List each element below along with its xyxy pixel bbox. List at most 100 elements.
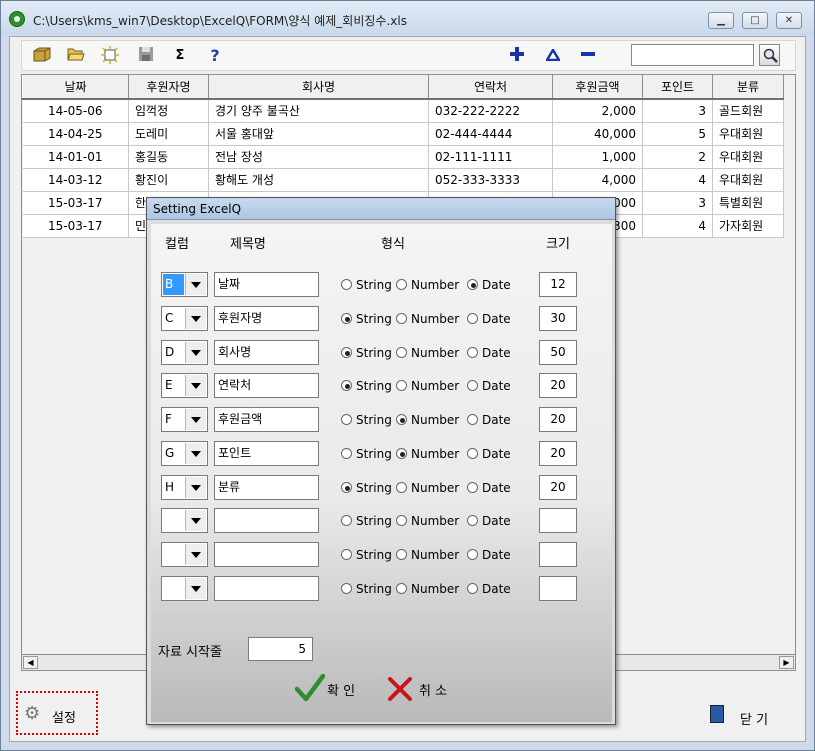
- size-input[interactable]: 20: [539, 373, 577, 398]
- column-header[interactable]: 날짜: [22, 75, 129, 100]
- title-input[interactable]: 포인트: [214, 441, 319, 466]
- up-icon[interactable]: [543, 46, 563, 66]
- column-select[interactable]: B: [161, 272, 208, 297]
- column-header[interactable]: 분류: [712, 75, 784, 100]
- remove-icon[interactable]: [578, 46, 598, 66]
- cell[interactable]: 전남 장성: [208, 145, 429, 169]
- format-radio-string[interactable]: String: [341, 548, 392, 562]
- cell[interactable]: 우대회원: [712, 145, 784, 169]
- format-radio-string[interactable]: String: [341, 481, 392, 495]
- table-row[interactable]: 14-04-25 도레미 서울 홍대앞 02-444-4444 40,000 5…: [22, 122, 784, 146]
- chevron-down-icon[interactable]: [185, 308, 206, 329]
- cell[interactable]: 4: [642, 214, 713, 238]
- sum-icon[interactable]: Σ: [170, 46, 190, 66]
- format-radio-date[interactable]: Date: [467, 582, 511, 596]
- save-icon[interactable]: [136, 46, 156, 66]
- column-select[interactable]: [161, 542, 208, 567]
- cell[interactable]: 2,000: [552, 99, 643, 123]
- table-row[interactable]: 14-03-12 황진이 황해도 개성 052-333-3333 4,000 4…: [22, 168, 784, 192]
- format-radio-date[interactable]: Date: [467, 548, 511, 562]
- cell[interactable]: 1,000: [552, 145, 643, 169]
- title-input[interactable]: [214, 508, 319, 533]
- column-select[interactable]: E: [161, 373, 208, 398]
- cell[interactable]: 임꺽정: [128, 99, 209, 123]
- cell[interactable]: 5: [642, 122, 713, 146]
- title-input[interactable]: 연락처: [214, 373, 319, 398]
- minimize-button[interactable]: ▁: [708, 12, 734, 29]
- column-select[interactable]: F: [161, 407, 208, 432]
- cell[interactable]: 02-444-4444: [428, 122, 553, 146]
- format-radio-number[interactable]: Number: [396, 447, 459, 461]
- cell[interactable]: 14-01-01: [22, 145, 129, 169]
- cell[interactable]: 2: [642, 145, 713, 169]
- cell[interactable]: 서울 홍대앞: [208, 122, 429, 146]
- format-radio-number[interactable]: Number: [396, 312, 459, 326]
- format-radio-date[interactable]: Date: [467, 379, 511, 393]
- cell[interactable]: 3: [642, 99, 713, 123]
- chevron-down-icon[interactable]: [185, 274, 206, 295]
- add-icon[interactable]: [507, 46, 527, 66]
- chevron-down-icon[interactable]: [185, 443, 206, 464]
- column-select[interactable]: [161, 576, 208, 601]
- close-button[interactable]: 닫 기: [706, 701, 776, 731]
- column-header[interactable]: 포인트: [642, 75, 713, 100]
- column-header[interactable]: 후원자명: [128, 75, 209, 100]
- title-input[interactable]: 날짜: [214, 272, 319, 297]
- title-bar[interactable]: C:\Users\kms_win7\Desktop\ExcelQ\FORM\양식…: [1, 1, 814, 35]
- format-radio-number[interactable]: Number: [396, 481, 459, 495]
- format-radio-number[interactable]: Number: [396, 413, 459, 427]
- open-folder-icon[interactable]: [32, 46, 52, 66]
- cell[interactable]: 경기 양주 불곡산: [208, 99, 429, 123]
- chevron-down-icon[interactable]: [185, 510, 206, 531]
- size-input[interactable]: 30: [539, 306, 577, 331]
- cell[interactable]: 특별회원: [712, 191, 784, 215]
- cell[interactable]: 40,000: [552, 122, 643, 146]
- title-input[interactable]: 분류: [214, 475, 319, 500]
- cell[interactable]: 4: [642, 168, 713, 192]
- format-radio-date[interactable]: Date: [467, 481, 511, 495]
- search-input[interactable]: [631, 44, 754, 66]
- size-input[interactable]: [539, 542, 577, 567]
- column-select[interactable]: D: [161, 340, 208, 365]
- chevron-down-icon[interactable]: [185, 544, 206, 565]
- title-input[interactable]: 회사명: [214, 340, 319, 365]
- format-radio-date[interactable]: Date: [467, 312, 511, 326]
- size-input[interactable]: 20: [539, 407, 577, 432]
- format-radio-number[interactable]: Number: [396, 278, 459, 292]
- size-input[interactable]: [539, 576, 577, 601]
- chevron-down-icon[interactable]: [185, 409, 206, 430]
- format-radio-string[interactable]: String: [341, 582, 392, 596]
- chevron-down-icon[interactable]: [185, 375, 206, 396]
- column-header[interactable]: 후원금액: [552, 75, 643, 100]
- format-radio-string[interactable]: String: [341, 514, 392, 528]
- title-input[interactable]: [214, 542, 319, 567]
- format-radio-string[interactable]: String: [341, 278, 392, 292]
- chevron-down-icon[interactable]: [185, 578, 206, 599]
- format-radio-number[interactable]: Number: [396, 548, 459, 562]
- folder-icon[interactable]: [66, 46, 86, 66]
- ok-button[interactable]: 확 인: [293, 674, 363, 706]
- format-radio-number[interactable]: Number: [396, 582, 459, 596]
- cell[interactable]: 우대회원: [712, 168, 784, 192]
- format-radio-string[interactable]: String: [341, 312, 392, 326]
- format-radio-date[interactable]: Date: [467, 413, 511, 427]
- cell[interactable]: 골드회원: [712, 99, 784, 123]
- cell[interactable]: 14-03-12: [22, 168, 129, 192]
- cell[interactable]: 3: [642, 191, 713, 215]
- cell[interactable]: 가자회원: [712, 214, 784, 238]
- cell[interactable]: 황해도 개성: [208, 168, 429, 192]
- settings-button[interactable]: ⚙ 설정: [16, 691, 98, 735]
- format-radio-string[interactable]: String: [341, 413, 392, 427]
- close-window-button[interactable]: ✕: [776, 12, 802, 29]
- table-row[interactable]: 14-01-01 홍길동 전남 장성 02-111-1111 1,000 2 우…: [22, 145, 784, 169]
- format-radio-string[interactable]: String: [341, 447, 392, 461]
- maximize-button[interactable]: □: [742, 12, 768, 29]
- format-radio-date[interactable]: Date: [467, 514, 511, 528]
- search-button[interactable]: [759, 44, 780, 66]
- cell[interactable]: 052-333-3333: [428, 168, 553, 192]
- cell[interactable]: 15-03-17: [22, 214, 129, 238]
- title-input[interactable]: 후원금액: [214, 407, 319, 432]
- format-radio-string[interactable]: String: [341, 379, 392, 393]
- scroll-left-icon[interactable]: ◀: [23, 656, 38, 669]
- start-row-input[interactable]: 5: [248, 637, 313, 661]
